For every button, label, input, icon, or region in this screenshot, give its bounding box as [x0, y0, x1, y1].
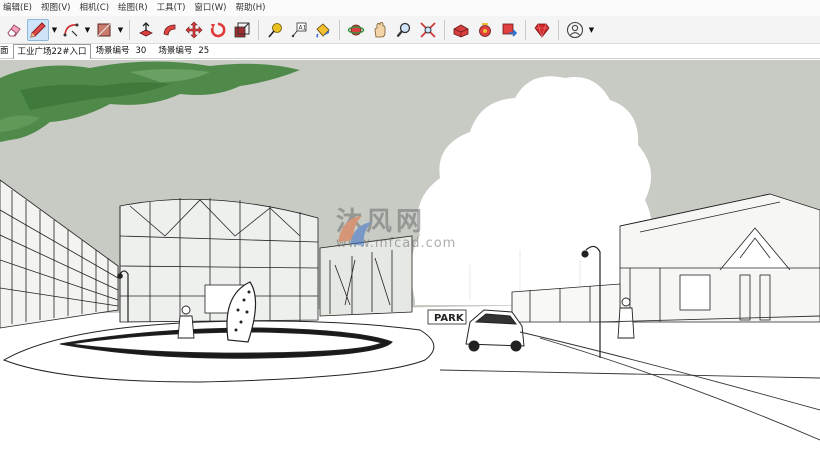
model-viewport[interactable]: PARK 沐风网 www.mfcad.com [0, 60, 820, 458]
ruby-console-button[interactable] [531, 19, 553, 41]
svg-text:A1: A1 [299, 24, 307, 31]
watermark: 沐风网 www.mfcad.com [332, 208, 456, 251]
share-model-button[interactable] [498, 19, 520, 41]
ruby-icon [534, 23, 550, 38]
text-button[interactable]: A1 [288, 19, 310, 41]
rectangle-icon [97, 23, 111, 36]
scene-number-value-1[interactable]: 30 [133, 44, 154, 58]
move-icon [185, 21, 203, 38]
text-icon: A1 [291, 22, 307, 37]
orbit-icon [347, 24, 365, 35]
orbit-button[interactable] [345, 19, 367, 41]
pan-button[interactable] [369, 19, 391, 41]
tape-measure-button[interactable] [264, 19, 286, 41]
toolbar-separator [444, 19, 445, 40]
main-toolbar: ▼ ▼ ▼ A1 ▼ [0, 16, 820, 44]
pencil-button[interactable] [27, 18, 49, 41]
scene-tabs: 面 工业广场22#入口 场景编号 30 场景编号 25 [0, 43, 820, 59]
menu-bar: 编辑(E) 视图(V) 相机(C) 绘图(R) 工具(T) 窗口(W) 帮助(H… [0, 0, 820, 16]
pencil-dropdown[interactable]: ▼ [50, 19, 59, 41]
rotate-icon [210, 22, 226, 37]
glass-hall [119, 198, 319, 323]
rectangle-button[interactable] [93, 19, 115, 41]
tape-measure-icon [268, 22, 282, 38]
menu-tools[interactable]: 工具(T) [154, 0, 192, 16]
zoom-extents-button[interactable] [417, 19, 439, 41]
scene-tab-face[interactable]: 面 [0, 44, 13, 58]
extension-button[interactable] [474, 19, 496, 41]
push-pull-icon [139, 21, 153, 36]
menu-view[interactable]: 视图(V) [38, 0, 76, 16]
toolbar-separator [258, 19, 259, 40]
scale-button[interactable] [231, 19, 253, 41]
toolbar-separator [525, 19, 526, 40]
pan-icon [374, 21, 386, 37]
menu-window[interactable]: 窗口(W) [191, 0, 232, 16]
toolbar-separator [558, 19, 559, 40]
pencil-icon [30, 21, 46, 38]
follow-me-button[interactable] [159, 19, 181, 41]
user-dropdown[interactable]: ▼ [587, 19, 596, 41]
menu-camera[interactable]: 相机(C) [76, 0, 115, 16]
zoom-extents-icon [420, 21, 436, 38]
arc-dropdown[interactable]: ▼ [83, 19, 92, 41]
scale-icon [234, 22, 250, 37]
scene-number-value-2[interactable]: 25 [196, 44, 217, 58]
share-model-icon [502, 23, 518, 37]
scene-number-label-2[interactable]: 场景编号 [154, 44, 196, 58]
arc-icon [63, 23, 79, 36]
scene-tab-active[interactable]: 工业广场22#入口 [12, 43, 92, 59]
viewport-scene: PARK [0, 60, 820, 458]
eraser-icon [7, 23, 21, 36]
menu-draw[interactable]: 绘图(R) [115, 0, 154, 16]
menu-edit[interactable]: 编辑(E) [0, 0, 38, 16]
user-icon [566, 21, 584, 38]
zoom-button[interactable] [393, 19, 415, 41]
scene-number-label-1[interactable]: 场景编号 [91, 44, 133, 58]
push-pull-button[interactable] [135, 19, 157, 41]
park-sign: PARK [427, 309, 467, 325]
toolbar-separator [129, 19, 130, 40]
warehouse-button[interactable] [450, 19, 472, 41]
follow-me-icon [163, 24, 176, 35]
rectangle-dropdown[interactable]: ▼ [116, 19, 125, 41]
move-button[interactable] [183, 19, 205, 41]
toolbar-separator [339, 19, 340, 40]
arc-button[interactable] [60, 19, 82, 41]
zoom-icon [396, 22, 411, 37]
user-account-button[interactable] [564, 19, 586, 41]
paint-bucket-button[interactable] [312, 19, 334, 41]
paint-bucket-icon [316, 22, 330, 38]
warehouse-icon [453, 24, 469, 37]
watermark-logo-icon [338, 216, 372, 246]
park-sign-text: PARK [434, 313, 465, 324]
rotate-button[interactable] [207, 19, 229, 41]
menu-help[interactable]: 帮助(H) [232, 0, 271, 16]
extension-icon [479, 22, 491, 37]
eraser-button[interactable] [3, 19, 25, 41]
